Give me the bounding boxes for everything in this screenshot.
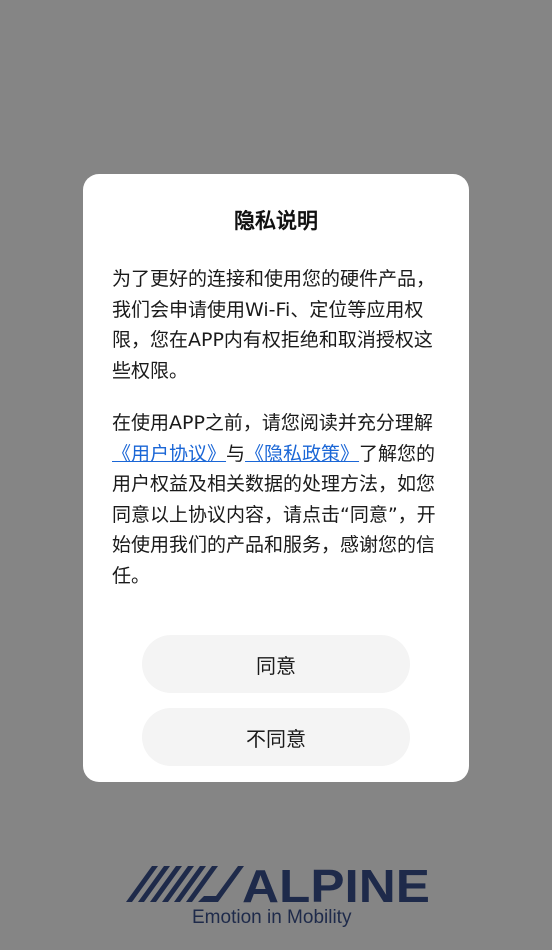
user-agreement-link[interactable]: 《用户协议》 [112,443,226,465]
agreement-text-before: 在使用APP之前，请您阅读并充分理解 [112,412,433,434]
brand-tagline: Emotion in Mobility [192,907,352,928]
alpine-logo: ALPINE Emotion in Mobility [120,860,432,938]
logo-wordmark: ALPINE [242,860,430,908]
agree-button[interactable]: 同意 [142,635,410,693]
permission-notice-text: 为了更好的连接和使用您的硬件产品，我们会申请使用Wi-Fi、定位等应用权限，您在… [112,268,436,382]
alpine-logo-mark: ALPINE [126,860,430,908]
agreement-notice-text: 在使用APP之前，请您阅读并充分理解《用户协议》与《隐私政策》了解您的用户权益及… [112,408,442,591]
privacy-policy-link[interactable]: 《隐私政策》 [245,443,359,465]
privacy-dialog: 隐私说明 为了更好的连接和使用您的硬件产品，我们会申请使用Wi-Fi、定位等应用… [83,174,469,782]
disagree-button[interactable]: 不同意 [142,708,410,766]
agreement-text-and: 与 [226,442,246,465]
dialog-title: 隐私说明 [234,209,318,233]
